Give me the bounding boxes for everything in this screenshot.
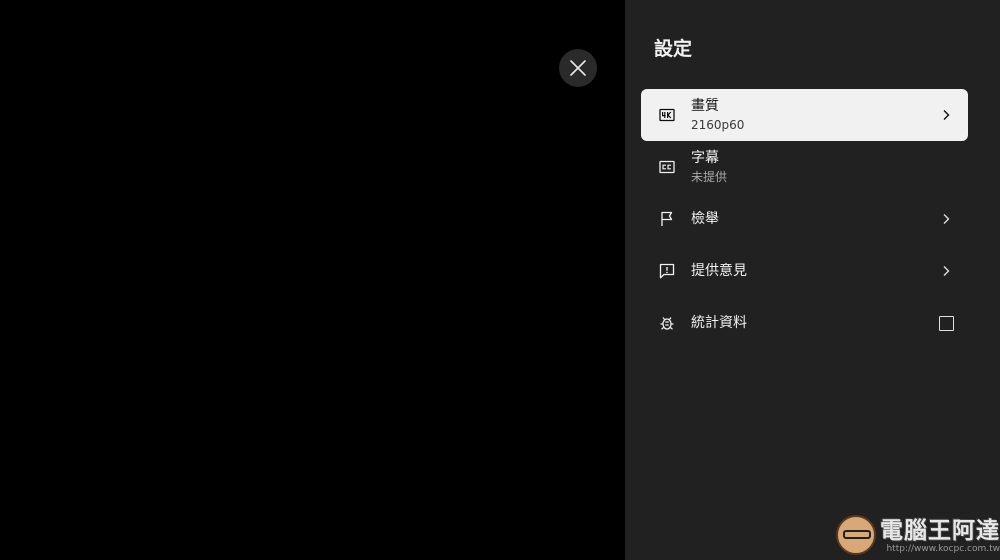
close-icon	[570, 60, 586, 76]
menu-item-value: 2160p60	[691, 117, 745, 132]
menu-item-label: 檢舉	[691, 210, 719, 227]
menu-item-value: 未提供	[691, 169, 728, 184]
menu-item-report[interactable]: 檢舉	[641, 193, 968, 245]
menu-item-label: 畫質	[691, 97, 719, 114]
menu-item-label: 提供意見	[691, 262, 747, 279]
menu-item-captions[interactable]: 字幕 未提供	[641, 141, 968, 193]
chevron-right-icon	[940, 265, 952, 277]
flag-icon	[659, 211, 675, 227]
settings-menu: 畫質 2160p60 字幕 未提供 檢舉 提供意見 統計資料	[641, 89, 968, 349]
watermark-url: http://www.kocpc.com.tw	[886, 544, 1000, 554]
menu-item-label: 統計資料	[691, 314, 747, 331]
panel-title: 設定	[654, 38, 693, 60]
settings-panel: 設定 畫質 2160p60 字幕 未提供 檢舉 提供意見 統計資料	[625, 0, 1000, 560]
stats-checkbox[interactable]	[939, 316, 954, 331]
chevron-right-icon	[940, 109, 952, 121]
mascot-logo-icon	[836, 515, 876, 555]
bug-icon	[659, 315, 675, 331]
menu-item-quality[interactable]: 畫質 2160p60	[641, 89, 968, 141]
4k-quality-icon	[659, 107, 675, 123]
menu-item-stats[interactable]: 統計資料	[641, 297, 968, 349]
menu-item-label: 字幕	[691, 149, 719, 166]
feedback-icon	[659, 263, 675, 279]
watermark-title: 電腦王阿達	[880, 518, 1000, 544]
watermark: 電腦王阿達 http://www.kocpc.com.tw	[836, 515, 1000, 555]
chevron-right-icon	[940, 213, 952, 225]
video-player-screen: 設定 畫質 2160p60 字幕 未提供 檢舉 提供意見 統計資料 電腦王阿達 …	[0, 0, 1000, 560]
closed-captions-icon	[659, 159, 675, 175]
close-button[interactable]	[559, 49, 597, 87]
menu-item-feedback[interactable]: 提供意見	[641, 245, 968, 297]
